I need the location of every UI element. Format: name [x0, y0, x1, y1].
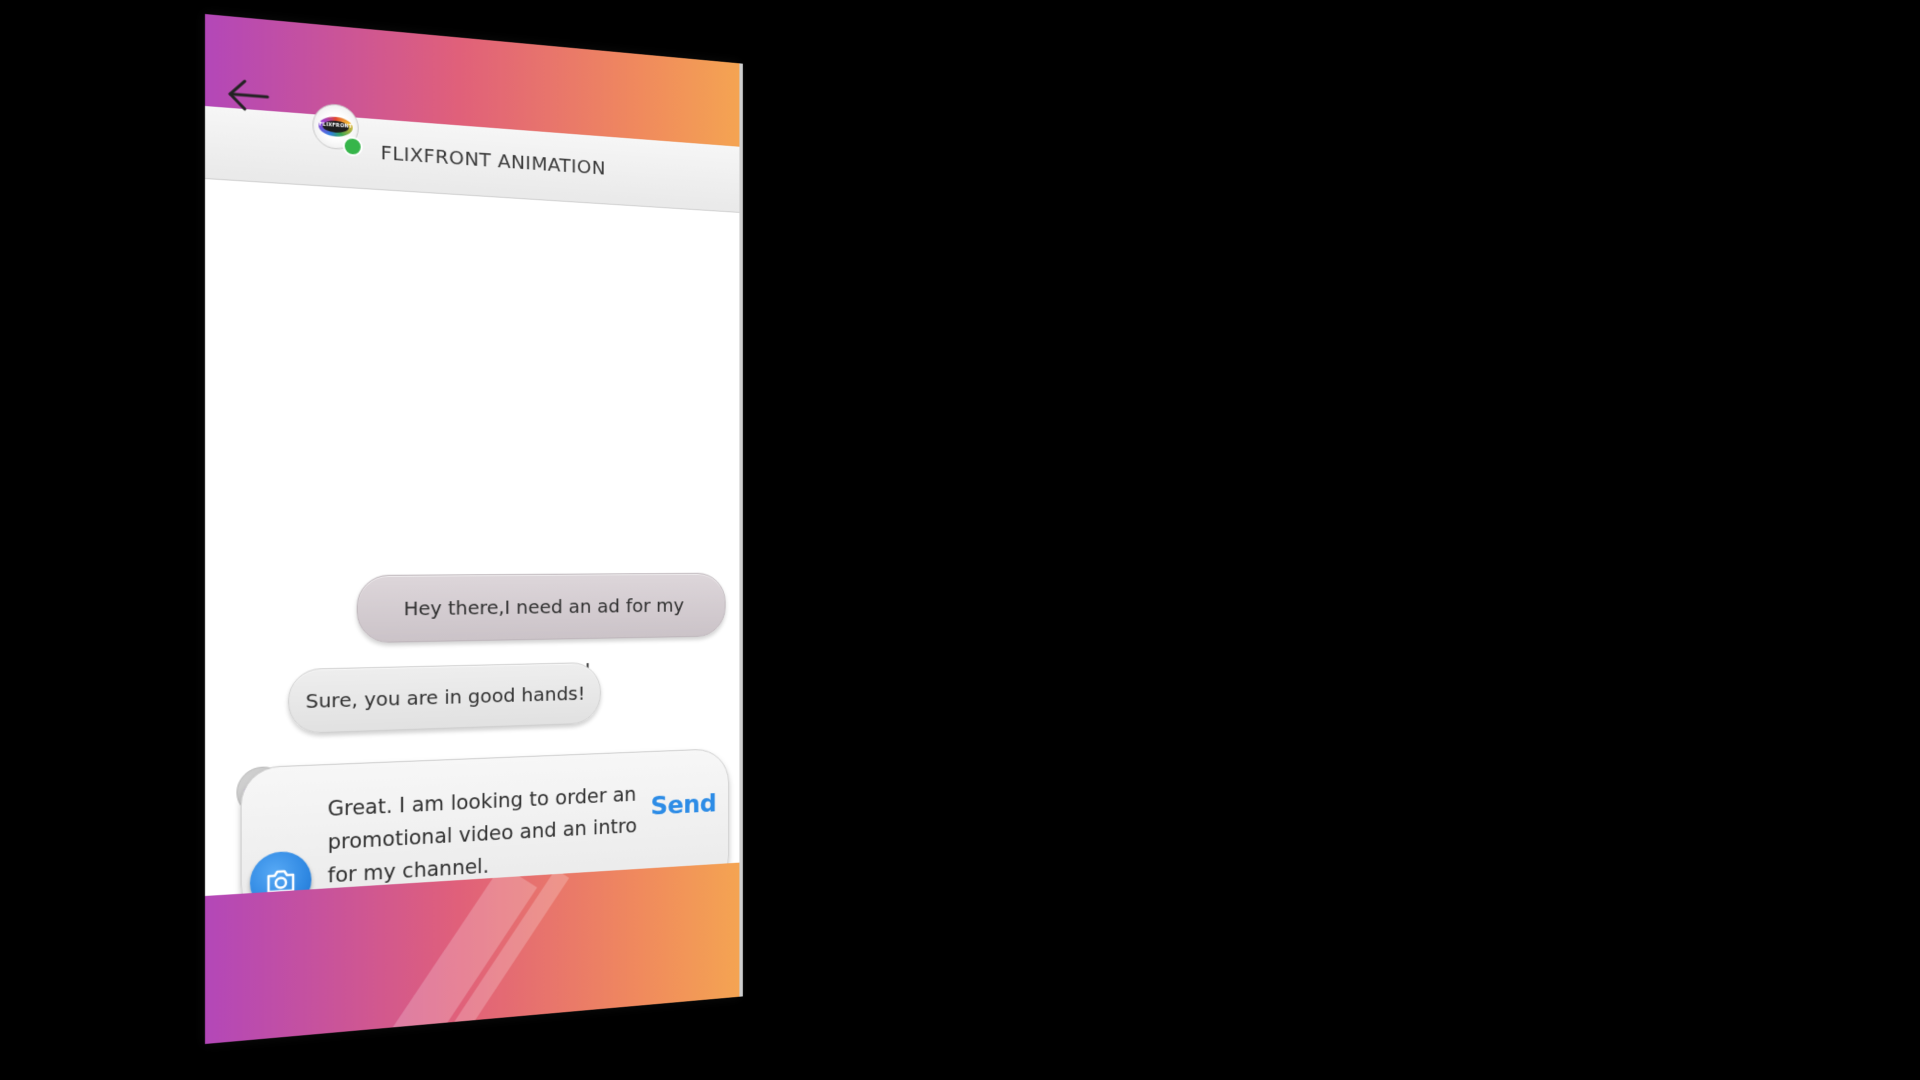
chat-screen: FLIXFRONT FLIXFRONT ANIMATION Hey there,…	[205, 14, 740, 1044]
message-list: Hey there,I need an ad for my business! …	[205, 179, 740, 923]
stage: FLIXFRONT FLIXFRONT ANIMATION Hey there,…	[0, 0, 1920, 1080]
arrow-left-icon	[224, 74, 274, 118]
message-bubble-sent: Hey there,I need an ad for my business!	[356, 572, 726, 683]
back-button[interactable]	[224, 74, 274, 118]
send-button[interactable]: Send	[651, 789, 717, 821]
online-status-dot	[342, 136, 363, 157]
message-bubble-received: Sure, you are in good hands!	[288, 661, 601, 735]
